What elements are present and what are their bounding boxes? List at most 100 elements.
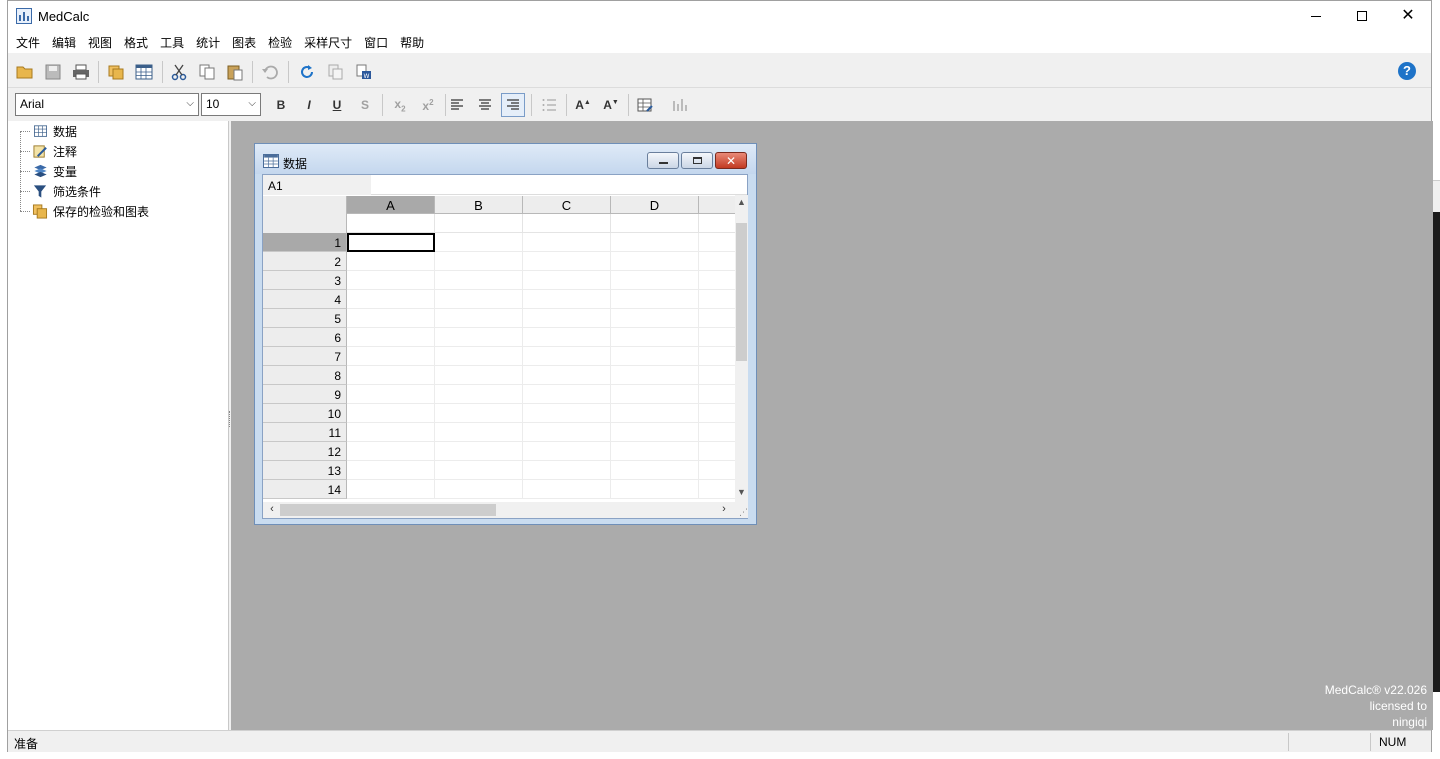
grid-cell[interactable] — [611, 347, 699, 366]
grid-cell[interactable] — [611, 252, 699, 271]
bold-button[interactable]: B — [269, 93, 293, 117]
grid-cell[interactable] — [523, 480, 611, 499]
menu-statistics[interactable]: 统计 — [190, 31, 226, 53]
edit-table-button[interactable] — [633, 93, 657, 117]
grid-cell[interactable] — [699, 290, 735, 309]
menu-file[interactable]: 文件 — [10, 31, 46, 53]
print-button[interactable] — [69, 60, 93, 84]
recalculate-button[interactable] — [295, 60, 319, 84]
increase-font-button[interactable]: A▲ — [571, 93, 595, 117]
grid-cell[interactable] — [699, 461, 735, 480]
underline-button[interactable]: U — [325, 93, 349, 117]
grid-cell[interactable] — [435, 461, 523, 480]
row-header[interactable]: 10 — [263, 404, 347, 423]
font-name-combo[interactable]: Arial ⌵ — [15, 93, 199, 116]
tree-item-notes[interactable]: 注释 — [20, 142, 77, 160]
grid-corner[interactable] — [263, 196, 347, 233]
grid-cell[interactable] — [347, 404, 435, 423]
row-header[interactable]: 1 — [263, 233, 347, 252]
grid-cell[interactable] — [435, 442, 523, 461]
child-restore-button[interactable] — [681, 152, 713, 169]
menu-graphs[interactable]: 图表 — [226, 31, 262, 53]
row-header[interactable]: 5 — [263, 309, 347, 328]
grid-cell[interactable] — [611, 385, 699, 404]
chart-options-button[interactable] — [668, 93, 692, 117]
grid-cell[interactable] — [435, 252, 523, 271]
grid-cell[interactable] — [699, 442, 735, 461]
grid-cell[interactable] — [435, 480, 523, 499]
grid-cell[interactable] — [347, 385, 435, 404]
paste-button[interactable] — [223, 60, 247, 84]
strikethrough-button[interactable]: S — [353, 93, 377, 117]
grid-cell[interactable] — [699, 328, 735, 347]
grid-cell[interactable] — [347, 480, 435, 499]
grid-cell[interactable] — [347, 461, 435, 480]
menu-view[interactable]: 视图 — [82, 31, 118, 53]
bullet-list-button[interactable] — [537, 93, 561, 117]
grid-cell[interactable] — [435, 347, 523, 366]
grid-cell[interactable] — [611, 480, 699, 499]
row-header[interactable]: 11 — [263, 423, 347, 442]
decrease-font-button[interactable]: A▼ — [599, 93, 623, 117]
grid-cell[interactable] — [699, 252, 735, 271]
row-header[interactable]: 2 — [263, 252, 347, 271]
grid-cell[interactable] — [611, 271, 699, 290]
help-icon[interactable]: ? — [1398, 62, 1416, 80]
row-header[interactable]: 8 — [263, 366, 347, 385]
grid-cell[interactable] — [523, 328, 611, 347]
formula-input[interactable] — [371, 175, 747, 195]
grid-cell[interactable] — [699, 347, 735, 366]
column-header-d[interactable]: D — [611, 196, 699, 214]
grid-cell[interactable] — [435, 366, 523, 385]
align-left-button[interactable] — [445, 93, 469, 117]
scroll-right-icon[interactable]: › — [717, 503, 731, 515]
menu-tools[interactable]: 工具 — [154, 31, 190, 53]
grid-cell[interactable] — [347, 366, 435, 385]
scroll-up-icon[interactable]: ▲ — [735, 197, 748, 211]
menu-format[interactable]: 格式 — [118, 31, 154, 53]
save-button[interactable] — [41, 60, 65, 84]
active-cell[interactable] — [347, 233, 435, 252]
grid-cell[interactable] — [347, 252, 435, 271]
grid-cell[interactable] — [347, 271, 435, 290]
minimize-button[interactable] — [1293, 1, 1339, 31]
grid-cell[interactable] — [523, 252, 611, 271]
menu-tests[interactable]: 检验 — [262, 31, 298, 53]
grid-cell[interactable] — [611, 461, 699, 480]
grid-cell[interactable] — [347, 347, 435, 366]
row-header[interactable]: 7 — [263, 347, 347, 366]
grid-cell[interactable] — [523, 233, 611, 252]
copy-button[interactable] — [195, 60, 219, 84]
data-window-titlebar[interactable]: 数据 ✕ — [255, 144, 756, 174]
horizontal-scroll-thumb[interactable] — [280, 504, 496, 516]
tree-item-filters[interactable]: 筛选条件 — [20, 182, 101, 200]
child-close-button[interactable]: ✕ — [715, 152, 747, 169]
grid-cell[interactable] — [699, 366, 735, 385]
grid-cell[interactable] — [523, 423, 611, 442]
row-header[interactable]: 4 — [263, 290, 347, 309]
grid-cell[interactable] — [347, 290, 435, 309]
grid-cell[interactable] — [523, 385, 611, 404]
grid-cell[interactable] — [435, 233, 523, 252]
menu-help[interactable]: 帮助 — [394, 31, 430, 53]
column-header-c[interactable]: C — [523, 196, 611, 214]
grid-cell[interactable] — [611, 442, 699, 461]
grid-cell[interactable] — [435, 385, 523, 404]
row-header[interactable]: 12 — [263, 442, 347, 461]
grid-cell[interactable] — [611, 328, 699, 347]
grid-cell[interactable] — [523, 347, 611, 366]
grid-cell[interactable] — [435, 328, 523, 347]
grid-cell[interactable] — [523, 290, 611, 309]
open-button[interactable] — [13, 60, 37, 84]
italic-button[interactable]: I — [297, 93, 321, 117]
grid-cell[interactable] — [435, 404, 523, 423]
tree-item-saved-tests-graphs[interactable]: 保存的检验和图表 — [20, 202, 149, 220]
font-size-combo[interactable]: 10 ⌵ — [201, 93, 261, 116]
grid-cell[interactable] — [611, 233, 699, 252]
grid-cell[interactable] — [699, 480, 735, 499]
grid-cell[interactable] — [611, 423, 699, 442]
grid-cell[interactable] — [435, 290, 523, 309]
grid-cell[interactable] — [523, 309, 611, 328]
grid-cell[interactable] — [523, 366, 611, 385]
horizontal-scrollbar[interactable]: ‹ › — [263, 502, 735, 518]
